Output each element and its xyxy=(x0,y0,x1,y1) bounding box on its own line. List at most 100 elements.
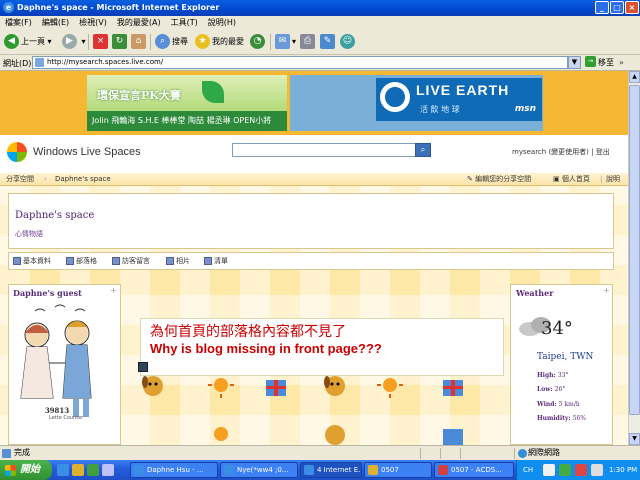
start-button[interactable]: 開始 xyxy=(0,460,52,480)
edit-page-icon: ✎ xyxy=(320,34,335,49)
windows-live-logo-icon[interactable] xyxy=(7,142,27,162)
breadcrumb-root[interactable]: 分享空間 xyxy=(6,173,34,185)
tab-profile[interactable]: 基本資料 xyxy=(13,256,51,266)
language-indicator[interactable]: CH xyxy=(523,460,533,480)
sun-icon-3 xyxy=(214,427,228,441)
quicklaunch-desktop-icon[interactable] xyxy=(102,464,114,476)
quicklaunch-folder-icon[interactable] xyxy=(72,464,84,476)
close-button[interactable]: × xyxy=(625,1,639,14)
dog-icon-3 xyxy=(325,425,345,445)
scroll-down-button[interactable]: ▼ xyxy=(629,433,640,445)
guest-panel: Daphne's guest + 39813 Lette Counter xyxy=(8,284,121,445)
menu-file[interactable]: 檔案(F) xyxy=(0,16,37,29)
guestbook-tab-icon xyxy=(112,257,120,265)
breadcrumb-current[interactable]: Daphne's space xyxy=(55,173,111,185)
weather-panel-expand[interactable]: + xyxy=(603,286,610,295)
window-title: Daphne's space - Microsoft Internet Expl… xyxy=(17,3,220,12)
mail-button[interactable]: ✉ ▾ xyxy=(275,33,296,51)
edit-button[interactable]: ✎ xyxy=(320,33,337,51)
taskbar-item-internet-explorer[interactable]: 4 Internet E... xyxy=(300,462,362,478)
forward-button[interactable]: ▶ ▾ xyxy=(62,33,86,51)
brand-name[interactable]: Windows Live Spaces xyxy=(33,146,141,158)
search-button[interactable]: ⌕ 搜尋 xyxy=(155,33,188,51)
nav-strip: 分享空間 › Daphne's space › ✎ 編輯您的分享空間 ▣ 個人首… xyxy=(0,173,628,186)
page-icon xyxy=(35,58,44,67)
help-link[interactable]: 說明 xyxy=(606,173,620,185)
messenger-icon: ☺ xyxy=(340,34,355,49)
clock[interactable]: 1:30 PM xyxy=(609,460,637,480)
counter-label: Lette Counter xyxy=(49,415,84,421)
floppy-icon[interactable] xyxy=(138,362,148,372)
menu-favorites[interactable]: 我的最愛(A) xyxy=(112,16,166,29)
space-subtitle: 心情物語 xyxy=(15,230,43,238)
quicklaunch-media-icon[interactable] xyxy=(87,464,99,476)
tray-icon-3[interactable] xyxy=(575,464,587,476)
spaces-search-input[interactable] xyxy=(232,143,416,157)
tab-photos[interactable]: 相片 xyxy=(166,256,190,266)
live-earth-title: LIVE EARTH xyxy=(416,82,510,98)
banner-names: Jolin 飛輪海 S.H.E 棒棒堂 陶喆 楊丞琳 OPEN小將 xyxy=(87,111,287,131)
blog-tab-icon xyxy=(66,257,74,265)
space-title-box: Daphne's space 心情物語 xyxy=(8,193,614,249)
weather-temperature: 34° xyxy=(541,318,573,339)
address-dropdown-button[interactable]: ▼ xyxy=(568,56,581,69)
refresh-button[interactable]: ↻ xyxy=(112,33,129,51)
back-button[interactable]: ◀ 上一頁 ▾ xyxy=(4,33,52,51)
weather-city[interactable]: Taipei, TWN xyxy=(537,352,593,362)
tray-icon-4[interactable] xyxy=(591,464,603,476)
weather-low: Low: 26° xyxy=(537,386,566,393)
status-text: 完成 xyxy=(14,448,30,457)
scroll-up-button[interactable]: ▲ xyxy=(629,71,640,83)
security-zone: 網際網路 xyxy=(528,448,560,457)
ie-icon: e xyxy=(3,2,14,13)
tab-blog[interactable]: 部落格 xyxy=(66,256,97,266)
maximize-button[interactable]: □ xyxy=(610,1,624,14)
profile-link[interactable]: ▣ 個人首頁 xyxy=(553,173,590,185)
space-title[interactable]: Daphne's space xyxy=(15,210,94,221)
tab-guestbook[interactable]: 訪客留言 xyxy=(112,256,150,266)
taskbar-item-folder[interactable]: 0507 xyxy=(364,462,432,478)
print-button[interactable]: ⎙ xyxy=(300,33,317,51)
address-input[interactable]: http://mysearch.spaces.live.com/ xyxy=(32,56,568,69)
tray-icon-1[interactable] xyxy=(543,464,555,476)
menu-view[interactable]: 檢視(V) xyxy=(74,16,112,29)
favorites-button[interactable]: ★ 我的最愛 xyxy=(195,33,244,51)
guest-panel-expand[interactable]: + xyxy=(110,286,117,295)
ie-task-icon-3 xyxy=(304,465,314,475)
folder-task-icon xyxy=(368,465,378,475)
go-button[interactable]: → 移至 xyxy=(585,56,617,69)
visitor-counter: 39813 xyxy=(44,406,70,415)
vertical-scrollbar[interactable]: ▲ ▼ xyxy=(628,71,640,445)
internet-zone-icon xyxy=(518,449,527,458)
home-button[interactable]: ⌂ xyxy=(131,33,148,51)
acdsee-task-icon xyxy=(438,465,448,475)
spaces-search-button[interactable]: ⌕ xyxy=(415,143,431,157)
ie-task-icon-2 xyxy=(224,465,234,475)
edit-space-link[interactable]: ✎ 編輯您的分享空間 xyxy=(467,173,531,185)
history-button[interactable]: ◔ xyxy=(250,33,267,51)
quicklaunch-ie-icon[interactable] xyxy=(57,464,69,476)
taskbar-item-acdsee[interactable]: 0507 - ACDS... xyxy=(434,462,514,478)
stop-button[interactable]: × xyxy=(93,33,110,51)
links-chevron[interactable]: » xyxy=(619,58,624,67)
taskbar-item-daphne[interactable]: Daphne Hsu - ... xyxy=(130,462,218,478)
page-viewport: 環保宣言PK大賽 Jolin 飛輪海 S.H.E 棒棒堂 陶喆 楊丞琳 OPEN… xyxy=(0,71,628,445)
photos-tab-icon xyxy=(166,257,174,265)
ie-task-icon xyxy=(134,465,144,475)
messenger-button[interactable]: ☺ xyxy=(340,33,357,51)
user-info[interactable]: mysearch (變更使用者) | 登出 xyxy=(512,147,610,157)
banner-ad-right[interactable]: LIVE EARTH 活 飲 地 球 msn xyxy=(290,75,543,131)
tray-icon-2[interactable] xyxy=(559,464,571,476)
tab-lists[interactable]: 清單 xyxy=(204,256,228,266)
system-tray: CH 1:30 PM xyxy=(516,460,640,480)
menu-tools[interactable]: 工具(T) xyxy=(166,16,203,29)
banner-ad-left[interactable]: 環保宣言PK大賽 Jolin 飛輪海 S.H.E 棒棒堂 陶喆 楊丞琳 OPEN… xyxy=(87,75,287,131)
weather-wind: Wind: 5 km/h xyxy=(537,401,580,408)
menu-edit[interactable]: 編輯(E) xyxy=(37,16,74,29)
search-icon: ⌕ xyxy=(155,34,170,49)
refresh-icon: ↻ xyxy=(112,34,127,49)
taskbar-item-nye[interactable]: Nye(*ww4 ;0... xyxy=(220,462,298,478)
scroll-thumb[interactable] xyxy=(629,85,640,415)
minimize-button[interactable]: _ xyxy=(595,1,609,14)
menu-help[interactable]: 說明(H) xyxy=(203,16,241,29)
